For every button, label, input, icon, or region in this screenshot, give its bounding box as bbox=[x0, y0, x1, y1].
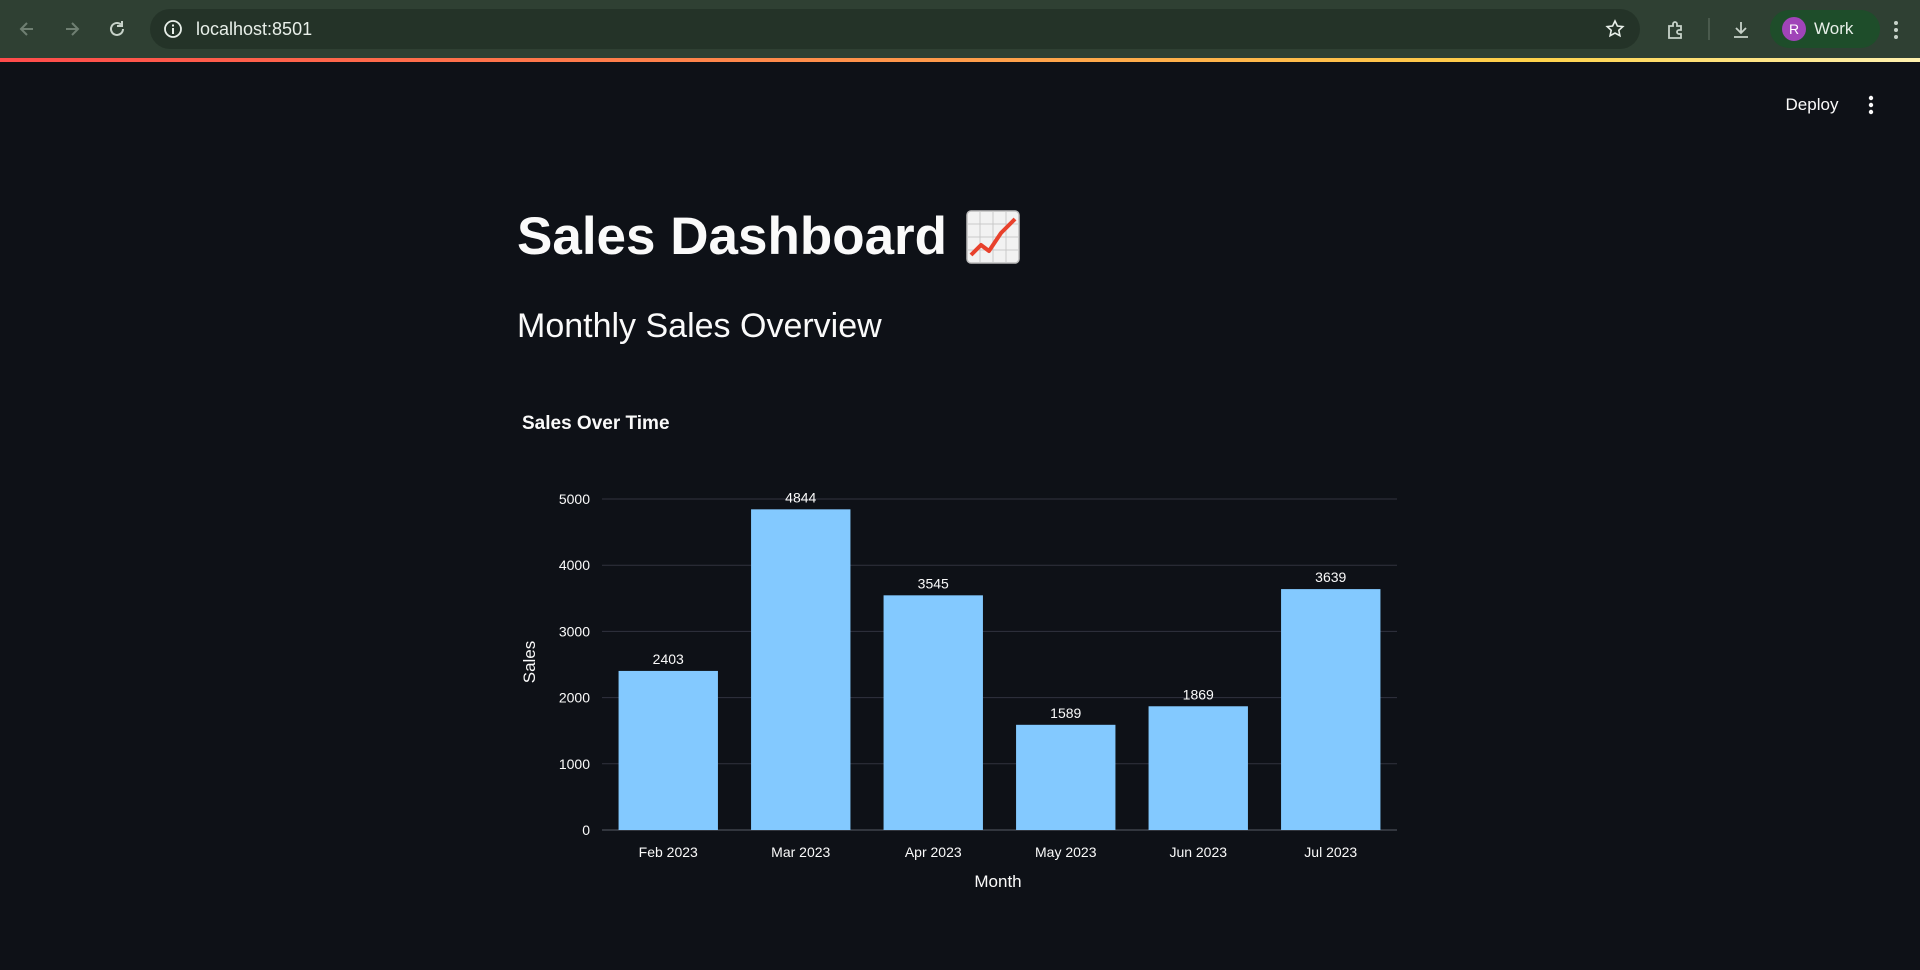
x-tick-label: Mar 2023 bbox=[771, 844, 830, 860]
x-axis-title: Month bbox=[974, 872, 1021, 891]
y-tick-label: 0 bbox=[582, 822, 590, 838]
bar-data-label: 2403 bbox=[653, 651, 684, 667]
bar[interactable] bbox=[1016, 724, 1116, 830]
x-tick-label: Jul 2023 bbox=[1304, 844, 1357, 860]
x-tick-label: Jun 2023 bbox=[1169, 844, 1227, 860]
bar[interactable] bbox=[751, 509, 851, 830]
bar[interactable] bbox=[883, 595, 983, 830]
bar[interactable] bbox=[1148, 706, 1248, 830]
bar-data-label: 4844 bbox=[785, 489, 816, 505]
bar-chart: 0 1000 2000 3000 4000 5000 2403 Feb 2023 4844 Mar… bbox=[520, 489, 1397, 891]
bar[interactable] bbox=[618, 670, 718, 830]
y-tick-label: 2000 bbox=[559, 690, 590, 706]
y-axis-title: Sales bbox=[520, 641, 539, 684]
bar[interactable] bbox=[1281, 589, 1381, 830]
y-tick-label: 4000 bbox=[559, 557, 590, 573]
y-tick-label: 1000 bbox=[559, 756, 590, 772]
bar-data-label: 3639 bbox=[1315, 569, 1346, 585]
bar-data-label: 3545 bbox=[918, 575, 949, 591]
x-tick-label: Apr 2023 bbox=[905, 844, 962, 860]
y-tick-label: 5000 bbox=[559, 491, 590, 507]
x-tick-label: May 2023 bbox=[1035, 844, 1097, 860]
bar-data-label: 1869 bbox=[1183, 686, 1214, 702]
x-tick-label: Feb 2023 bbox=[639, 844, 698, 860]
bar-data-label: 1589 bbox=[1050, 705, 1081, 721]
y-tick-label: 3000 bbox=[559, 623, 590, 639]
